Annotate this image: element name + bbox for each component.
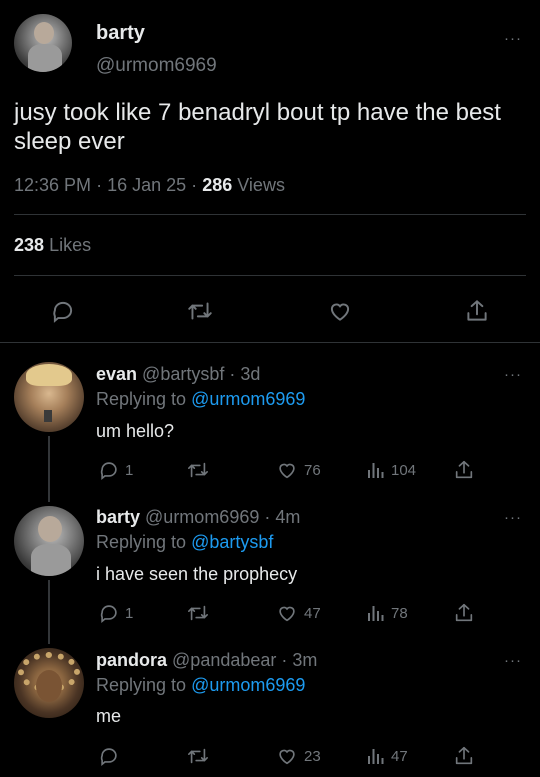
reply-header: evan @bartysbf · 3d bbox=[96, 364, 260, 385]
reply-icon bbox=[53, 301, 73, 323]
replying-to: Replying to @urmom6969 bbox=[96, 389, 305, 410]
reply-age[interactable]: 3d bbox=[240, 364, 260, 384]
reply-retweet-button[interactable] bbox=[186, 602, 215, 624]
reply-count: 1 bbox=[125, 604, 134, 622]
replying-to-label: Replying to bbox=[96, 532, 187, 552]
main-tweet-views-label: Views bbox=[237, 175, 285, 195]
like-icon bbox=[279, 606, 295, 622]
main-tweet-views-count: 286 bbox=[202, 175, 233, 195]
separator: · bbox=[281, 650, 288, 670]
views-icon bbox=[368, 463, 384, 478]
main-tweet-likes-label: Likes bbox=[49, 235, 92, 255]
reply-handle[interactable]: @pandabear bbox=[172, 650, 276, 670]
reply-share-button[interactable] bbox=[453, 744, 475, 768]
views-icon bbox=[368, 606, 384, 621]
separator: · bbox=[229, 364, 236, 384]
reply-views-button[interactable]: 47 bbox=[366, 745, 408, 767]
reply-like-button[interactable]: 76 bbox=[275, 459, 321, 481]
reply-reply-button[interactable]: 1 bbox=[98, 602, 133, 624]
retweet-icon bbox=[188, 605, 208, 621]
main-tweet-date[interactable]: 16 Jan 25 bbox=[107, 175, 186, 195]
reply-share-button[interactable] bbox=[453, 458, 475, 482]
reply-display-name[interactable]: pandora bbox=[96, 650, 167, 670]
replying-to-label: Replying to bbox=[96, 389, 187, 409]
reply-views-button[interactable]: 104 bbox=[366, 459, 416, 481]
like-count: 76 bbox=[304, 461, 321, 479]
thread-line bbox=[48, 580, 50, 644]
replying-to: Replying to @urmom6969 bbox=[96, 675, 305, 696]
main-tweet-text: jusy took like 7 benadryl bout tp have t… bbox=[14, 99, 501, 155]
reply-header: barty @urmom6969 · 4m bbox=[96, 507, 300, 528]
reply-text: i have seen the prophecy bbox=[96, 564, 298, 584]
reply-avatar[interactable] bbox=[14, 648, 84, 718]
main-share-button[interactable] bbox=[464, 297, 490, 325]
retweet-icon bbox=[188, 748, 208, 764]
view-count: 78 bbox=[391, 604, 408, 622]
thread-line bbox=[48, 436, 50, 502]
reply-icon bbox=[100, 605, 117, 624]
reply-share-button[interactable] bbox=[453, 601, 475, 625]
reply-handle[interactable]: @bartysbf bbox=[142, 364, 224, 384]
reply-display-name[interactable]: evan bbox=[96, 364, 137, 384]
main-tweet-time[interactable]: 12:36 PM bbox=[14, 175, 91, 195]
retweet-icon bbox=[188, 302, 212, 320]
main-tweet-likes[interactable]: 238 Likes bbox=[14, 235, 91, 256]
main-tweet-avatar[interactable] bbox=[14, 14, 72, 72]
replying-to: Replying to @bartysbf bbox=[96, 532, 273, 553]
main-like-button[interactable] bbox=[326, 298, 354, 324]
reply-reply-button[interactable]: 1 bbox=[98, 459, 133, 481]
main-tweet-more-icon[interactable]: ··· bbox=[504, 30, 522, 47]
separator: · bbox=[264, 507, 271, 527]
views-icon bbox=[368, 749, 384, 764]
reply-handle[interactable]: @urmom6969 bbox=[145, 507, 259, 527]
reply-icon bbox=[100, 748, 117, 767]
reply-reply-button[interactable] bbox=[98, 745, 125, 767]
main-tweet-display-name[interactable]: barty bbox=[96, 22, 145, 45]
share-icon bbox=[455, 603, 473, 622]
main-retweet-button[interactable] bbox=[186, 298, 214, 324]
main-tweet-likes-count: 238 bbox=[14, 235, 45, 255]
divider bbox=[14, 214, 526, 215]
reply-like-button[interactable]: 47 bbox=[275, 602, 321, 624]
reply-avatar[interactable] bbox=[14, 362, 84, 432]
reply-count: 1 bbox=[125, 461, 134, 479]
main-reply-button[interactable] bbox=[50, 298, 76, 324]
reply-avatar[interactable] bbox=[14, 506, 84, 576]
reply-age[interactable]: 4m bbox=[275, 507, 300, 527]
reply-header: pandora @pandabear · 3m bbox=[96, 650, 317, 671]
reply-text: um hello? bbox=[96, 421, 175, 441]
separator: · bbox=[96, 175, 103, 195]
main-tweet-meta: 12:36 PM · 16 Jan 25 · 286 Views bbox=[14, 175, 285, 196]
like-icon bbox=[279, 749, 295, 765]
reply-more-icon[interactable]: ··· bbox=[504, 652, 522, 669]
reply-more-icon[interactable]: ··· bbox=[504, 366, 522, 383]
reply-retweet-button[interactable] bbox=[186, 745, 215, 767]
like-count: 47 bbox=[304, 604, 321, 622]
reply-age[interactable]: 3m bbox=[292, 650, 317, 670]
view-count: 104 bbox=[391, 461, 417, 479]
reply-more-icon[interactable]: ··· bbox=[504, 509, 522, 526]
reply-retweet-button[interactable] bbox=[186, 459, 215, 481]
share-icon bbox=[455, 460, 473, 479]
divider bbox=[14, 275, 526, 276]
main-tweet-handle[interactable]: @urmom6969 bbox=[96, 55, 217, 77]
reply-like-button[interactable]: 23 bbox=[275, 745, 321, 767]
reply-views-button[interactable]: 78 bbox=[366, 602, 408, 624]
like-icon bbox=[279, 463, 295, 479]
separator: · bbox=[191, 175, 198, 195]
replying-to-handle[interactable]: @bartysbf bbox=[191, 532, 273, 552]
reply-icon bbox=[100, 462, 117, 481]
retweet-icon bbox=[188, 462, 208, 478]
like-icon bbox=[330, 303, 350, 321]
reply-text: me bbox=[96, 706, 122, 726]
reply-display-name[interactable]: barty bbox=[96, 507, 140, 527]
replying-to-handle[interactable]: @urmom6969 bbox=[191, 389, 305, 409]
divider bbox=[0, 342, 540, 343]
share-icon bbox=[467, 300, 487, 321]
like-count: 23 bbox=[304, 747, 321, 765]
view-count: 47 bbox=[391, 747, 408, 765]
share-icon bbox=[455, 746, 473, 765]
replying-to-label: Replying to bbox=[96, 675, 187, 695]
replying-to-handle[interactable]: @urmom6969 bbox=[191, 675, 305, 695]
